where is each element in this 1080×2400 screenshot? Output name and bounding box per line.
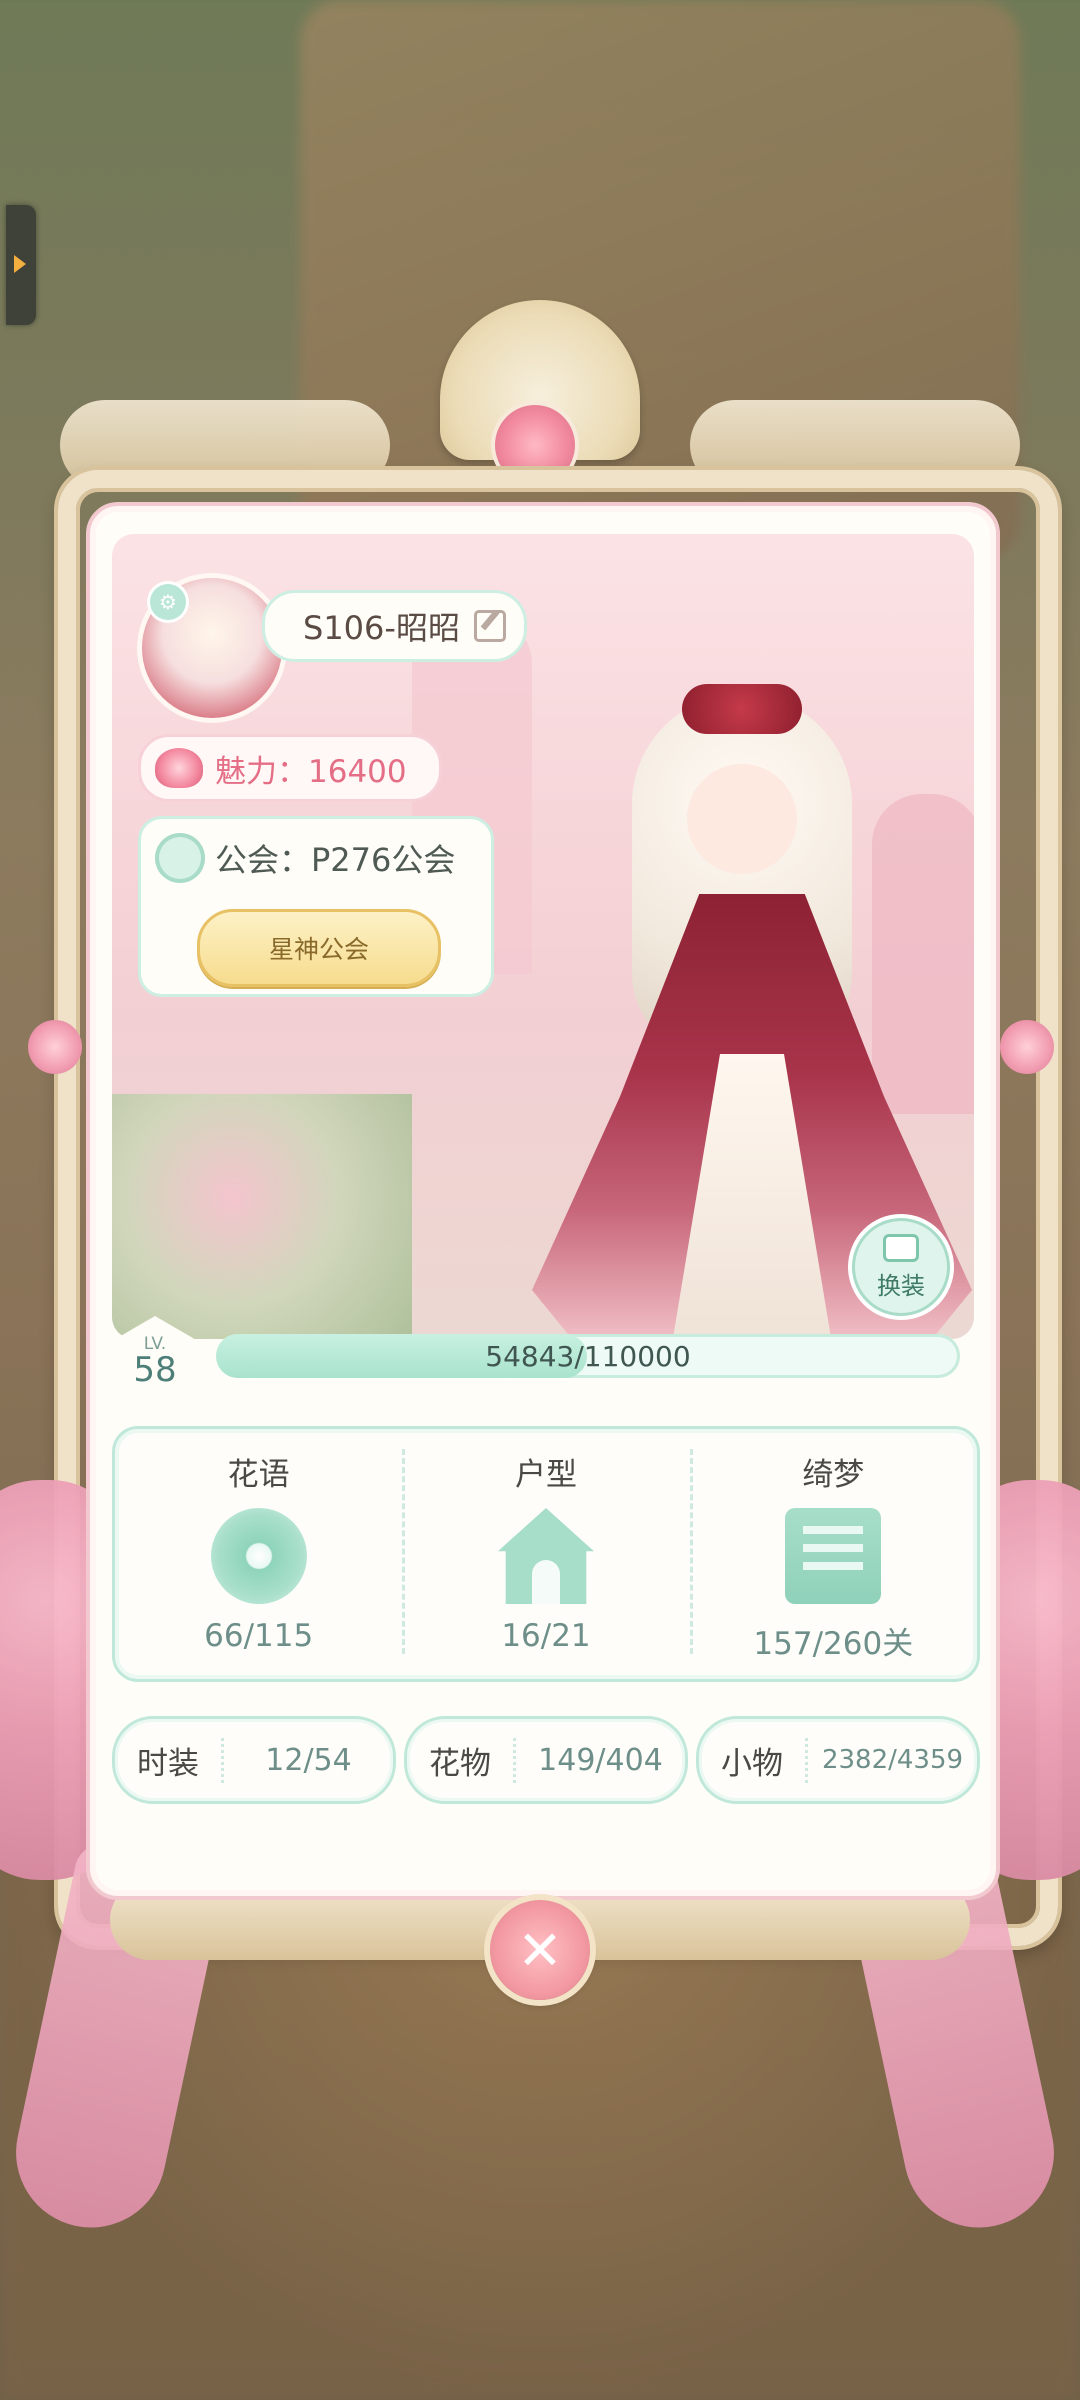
change-outfit-button[interactable]: 换装 [852,1218,950,1316]
player-name-pill: S106-昭昭 [262,590,527,662]
guild-title-badge: 星神公会 [197,909,441,987]
collection-value: 12/54 [265,1742,352,1778]
level-value: 58 [133,1349,177,1390]
close-button[interactable]: ✕ [490,1900,590,2000]
rose-icon [1000,1020,1054,1074]
side-menu-toggle[interactable] [6,205,36,325]
character-face [687,764,797,874]
collection-value: 149/404 [538,1742,663,1778]
guild-panel[interactable]: 公会：P276公会 星神公会 [138,816,494,997]
collection-fashion[interactable]: 时装 12/54 [112,1716,396,1804]
stat-flower-language[interactable]: 花语 66/115 [115,1429,402,1679]
edit-icon[interactable] [473,610,506,642]
guild-leaf-icon [155,833,205,883]
stat-dream[interactable]: 绮梦 157/260关 [689,1429,977,1679]
stat-title: 户型 [514,1457,577,1493]
change-outfit-label: 换装 [877,1271,925,1300]
rose-icon [28,1020,82,1074]
shirt-icon [883,1233,919,1262]
stat-value: 157/260关 [753,1626,914,1662]
collection-flowers[interactable]: 花物 149/404 [404,1716,688,1804]
stat-value: 16/21 [501,1618,591,1654]
player-name: S106-昭昭 [303,609,460,647]
stat-title: 花语 [227,1457,290,1493]
flower-icon [210,1508,307,1604]
collection-small-items[interactable]: 小物 2382/4359 [696,1716,980,1804]
xp-text: 54843/110000 [485,1339,691,1373]
guild-title: 星神公会 [268,935,369,964]
collection-value: 2382/4359 [821,1745,964,1775]
collection-label: 花物 [407,1737,516,1783]
profile-card: ⚙ S106-昭昭 魅力：16400 公会：P276公会 星神公会 换装 LV.… [86,502,1000,1900]
collection-label: 时装 [115,1737,224,1783]
charm-value: 魅力：16400 [215,753,407,790]
collection-label: 小物 [699,1737,808,1783]
close-icon: ✕ [517,1918,563,1982]
rose-garden [112,1094,412,1339]
guild-name: 公会：P276公会 [215,841,456,879]
house-icon [497,1508,594,1604]
stat-house-type[interactable]: 户型 16/21 [402,1429,689,1679]
xp-progress-bar: 54843/110000 [216,1334,960,1378]
stat-title: 绮梦 [802,1457,865,1493]
settings-gear-icon[interactable]: ⚙ [150,584,186,620]
guild-row: 公会：P276公会 [155,833,455,883]
character-showcase: ⚙ S106-昭昭 魅力：16400 公会：P276公会 星神公会 换装 [112,534,974,1339]
rose-icon [155,748,203,788]
stat-value: 66/115 [204,1618,314,1654]
letter-quill-icon [785,1508,882,1604]
stats-panel: 花语 66/115 户型 16/21 绮梦 157/260关 [112,1426,980,1682]
character-headpiece [682,684,802,734]
charm-pill: 魅力：16400 [138,734,442,802]
